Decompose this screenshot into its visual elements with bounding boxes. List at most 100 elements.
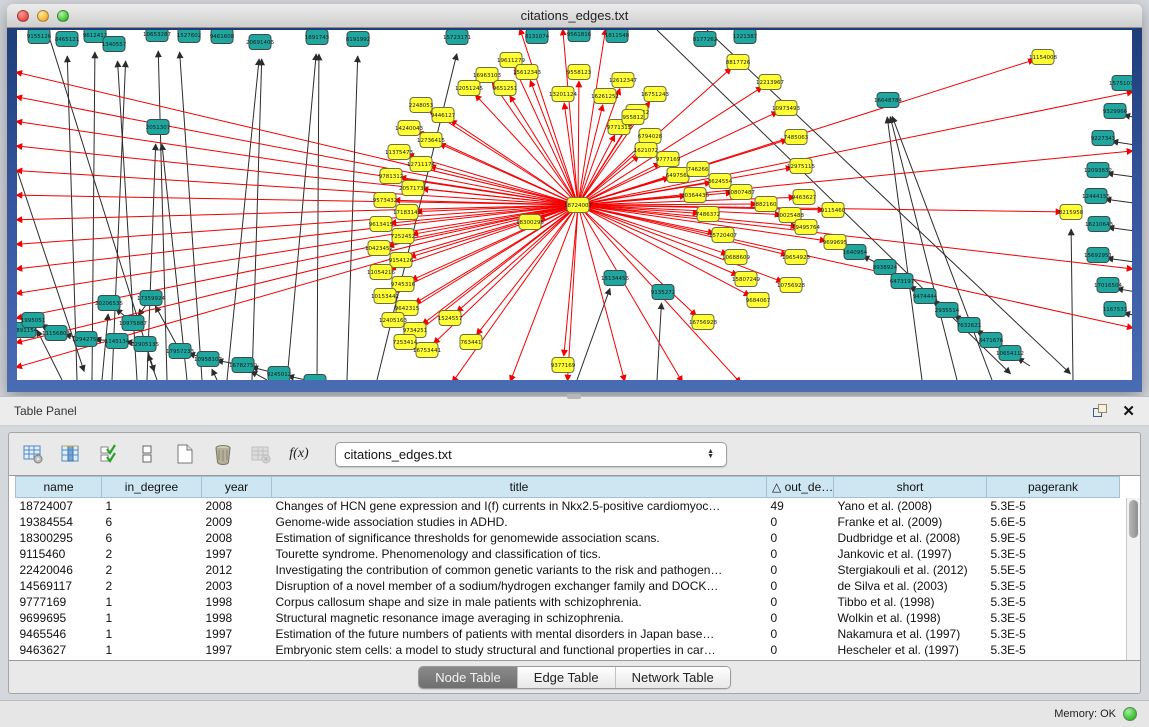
- graph-node-selected[interactable]: 10153442: [371, 289, 399, 304]
- table-row[interactable]: 2242004622012Investigating the contribut…: [16, 562, 1120, 578]
- graph-node[interactable]: 6473197: [890, 274, 915, 289]
- graph-node-selected[interactable]: 16756928: [689, 315, 717, 330]
- column-header-name[interactable]: name: [16, 477, 102, 498]
- table-row[interactable]: 946362711997Embryonic stem cells: a mode…: [16, 642, 1120, 658]
- graph-node-selected[interactable]: 882160: [755, 197, 777, 212]
- table-row[interactable]: 1830029562008Estimation of significance …: [16, 530, 1120, 546]
- tab-node-table[interactable]: Node Table: [419, 667, 517, 688]
- network-table-selector[interactable]: citations_edges.txt ▲▼: [335, 442, 727, 467]
- close-panel-icon[interactable]: ✕: [1122, 404, 1135, 419]
- graph-node-selected[interactable]: 1524557: [438, 311, 463, 326]
- float-panel-icon[interactable]: [1093, 404, 1108, 419]
- graph-node[interactable]: 9561816: [567, 30, 592, 42]
- graph-node-selected[interactable]: 11154008: [1029, 50, 1057, 65]
- graph-node-selected[interactable]: 3624554: [708, 174, 733, 189]
- graph-node[interactable]: 17359924: [137, 291, 165, 306]
- table-row[interactable]: 977716911998Corpus callosum shape and si…: [16, 594, 1120, 610]
- graph-node-selected[interactable]: 763441: [460, 335, 482, 350]
- graph-node-selected[interactable]: 20364436: [681, 188, 709, 203]
- tab-edge-table[interactable]: Edge Table: [517, 667, 615, 688]
- panel-resize-grip[interactable]: [567, 394, 581, 399]
- graph-node-selected[interactable]: 11054216: [367, 265, 395, 280]
- graph-node[interactable]: 2051307: [146, 120, 171, 135]
- graph-node[interactable]: 9245012: [267, 367, 292, 381]
- graph-node-selected[interactable]: 8817726: [726, 55, 751, 70]
- graph-node-selected[interactable]: 17183142: [393, 205, 421, 220]
- graph-node[interactable]: 10958107: [194, 352, 222, 367]
- column-header-out_de[interactable]: △ out_de…: [767, 477, 834, 498]
- column-header-year[interactable]: year: [202, 477, 272, 498]
- graph-node-selected[interactable]: 10688609: [722, 250, 750, 265]
- graph-node-selected[interactable]: 9699695: [823, 235, 848, 250]
- graph-node[interactable]: 17016504: [1094, 278, 1122, 293]
- graph-node[interactable]: 17957233: [166, 344, 194, 359]
- scrollbar-thumb[interactable]: [1129, 500, 1138, 538]
- graph-node-selected[interactable]: 16261251: [591, 89, 619, 104]
- graph-node-selected[interactable]: 12975115: [787, 159, 815, 174]
- graph-node[interactable]: 16648784: [874, 93, 902, 108]
- tab-network-table[interactable]: Network Table: [615, 667, 730, 688]
- graph-node[interactable]: 9155126: [27, 30, 52, 44]
- graph-node-selected[interactable]: 18724007: [564, 198, 592, 213]
- graph-node[interactable]: 12905135: [131, 337, 159, 352]
- graph-node-selected[interactable]: 15720407: [709, 228, 737, 243]
- graph-node[interactable]: 9227343: [1091, 131, 1116, 146]
- import-table-icon[interactable]: [249, 442, 273, 466]
- graph-node-selected[interactable]: 9651251: [493, 81, 518, 96]
- column-select-icon[interactable]: [59, 442, 83, 466]
- graph-node[interactable]: 10975887: [119, 316, 147, 331]
- graph-node-selected[interactable]: 16751243: [641, 87, 669, 102]
- graph-node-selected[interactable]: 10973493: [772, 101, 800, 116]
- table-row[interactable]: 1872400712008Changes of HCN gene express…: [16, 498, 1120, 514]
- memory-ok-indicator-icon[interactable]: [1123, 707, 1137, 721]
- graph-node[interactable]: 1995051: [21, 313, 46, 328]
- graph-node-selected[interactable]: 9613415: [369, 217, 394, 232]
- graph-node[interactable]: 12093832: [1084, 163, 1112, 178]
- graph-node-selected[interactable]: 20571730: [399, 181, 427, 196]
- graph-node-selected[interactable]: 9781312: [379, 169, 404, 184]
- graph-node-selected[interactable]: 19654923: [782, 250, 810, 265]
- graph-node[interactable]: 10653287: [143, 30, 171, 42]
- graph-node-selected[interactable]: 9684067: [746, 293, 771, 308]
- graph-node-selected[interactable]: 7252452: [391, 229, 416, 244]
- graph-node[interactable]: 2935514: [935, 303, 960, 318]
- function-builder-icon[interactable]: f(x): [287, 442, 311, 466]
- graph-node-selected[interactable]: 7485063: [784, 130, 809, 145]
- graph-node[interactable]: 1164592: [303, 375, 328, 381]
- graph-node[interactable]: 16782759: [229, 358, 257, 373]
- graph-node-selected[interactable]: 955812: [622, 110, 644, 125]
- graph-node-selected[interactable]: 12736415: [417, 133, 445, 148]
- graph-node[interactable]: 10654112: [996, 346, 1024, 361]
- graph-node[interactable]: 9135272: [651, 285, 676, 300]
- graph-node-selected[interactable]: 14240043: [395, 121, 423, 136]
- table-row[interactable]: 969969511998Structural magnetic resonanc…: [16, 610, 1120, 626]
- graph-node[interactable]: 9474444: [913, 289, 938, 304]
- graph-node-selected[interactable]: 9463627: [792, 190, 817, 205]
- graph-node[interactable]: 1221387: [733, 30, 758, 44]
- delete-table-icon[interactable]: [211, 442, 235, 466]
- graph-node-selected[interactable]: 746266: [687, 162, 709, 177]
- column-header-short[interactable]: short: [834, 477, 987, 498]
- graph-node[interactable]: 8938924: [873, 260, 898, 275]
- column-header-pagerank[interactable]: pagerank: [987, 477, 1120, 498]
- network-canvas[interactable]: 9155126846512196124121340557106532871527…: [17, 30, 1132, 380]
- graph-node[interactable]: 8471676: [979, 333, 1004, 348]
- graph-node[interactable]: 8465121: [55, 32, 80, 47]
- graph-node[interactable]: 1891743: [305, 30, 330, 45]
- column-header-in_degree[interactable]: in_degree: [102, 477, 202, 498]
- graph-node[interactable]: 15692951: [1084, 248, 1112, 263]
- graph-node[interactable]: 15723171: [443, 30, 471, 45]
- graph-node[interactable]: 20691406: [246, 35, 274, 50]
- graph-node[interactable]: 11156803: [42, 326, 70, 341]
- table-vertical-scrollbar[interactable]: [1126, 498, 1140, 660]
- column-header-title[interactable]: title: [272, 477, 767, 498]
- graph-node-selected[interactable]: 18300295: [516, 215, 544, 230]
- graph-node-selected[interactable]: 2248053: [409, 98, 434, 113]
- graph-node-selected[interactable]: 9154126: [389, 253, 414, 268]
- graph-node-selected[interactable]: 1621072: [634, 143, 659, 158]
- graph-node[interactable]: 9461608: [210, 30, 235, 44]
- graph-node-selected[interactable]: 6794028: [638, 129, 663, 144]
- graph-node[interactable]: 20206535: [95, 296, 123, 311]
- graph-node[interactable]: 9329966: [1103, 104, 1128, 119]
- graph-node-selected[interactable]: 12612347: [609, 73, 637, 88]
